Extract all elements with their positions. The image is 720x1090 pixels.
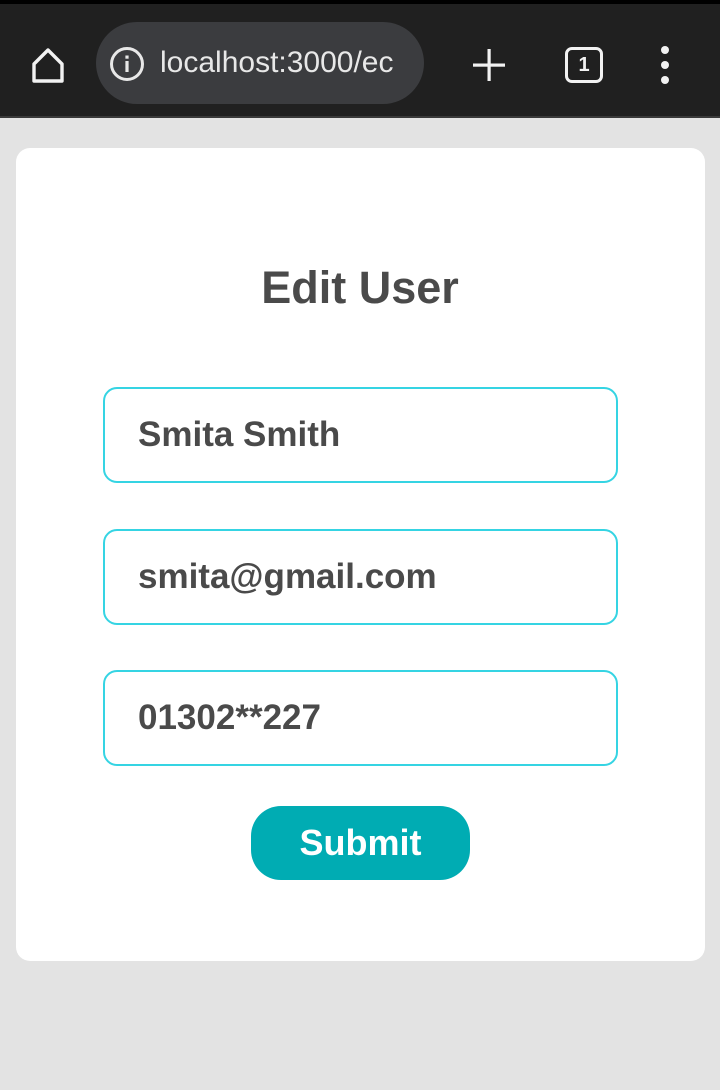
plus-icon[interactable] bbox=[466, 42, 512, 88]
info-icon[interactable] bbox=[109, 46, 145, 82]
home-button[interactable] bbox=[20, 40, 76, 90]
phone-input[interactable] bbox=[103, 670, 618, 766]
page-title: Edit User bbox=[261, 262, 459, 313]
url-text: localhost:3000/ec bbox=[160, 46, 394, 79]
browser-toolbar: localhost:3000/ec 1 bbox=[0, 0, 720, 118]
name-input[interactable] bbox=[103, 387, 618, 483]
tab-switcher-button[interactable]: 1 bbox=[565, 47, 603, 83]
address-bar[interactable]: localhost:3000/ec bbox=[96, 22, 424, 104]
more-vert-icon[interactable] bbox=[652, 44, 678, 86]
email-input[interactable] bbox=[103, 529, 618, 625]
home-icon bbox=[32, 48, 64, 83]
submit-button[interactable]: Submit bbox=[251, 806, 470, 880]
